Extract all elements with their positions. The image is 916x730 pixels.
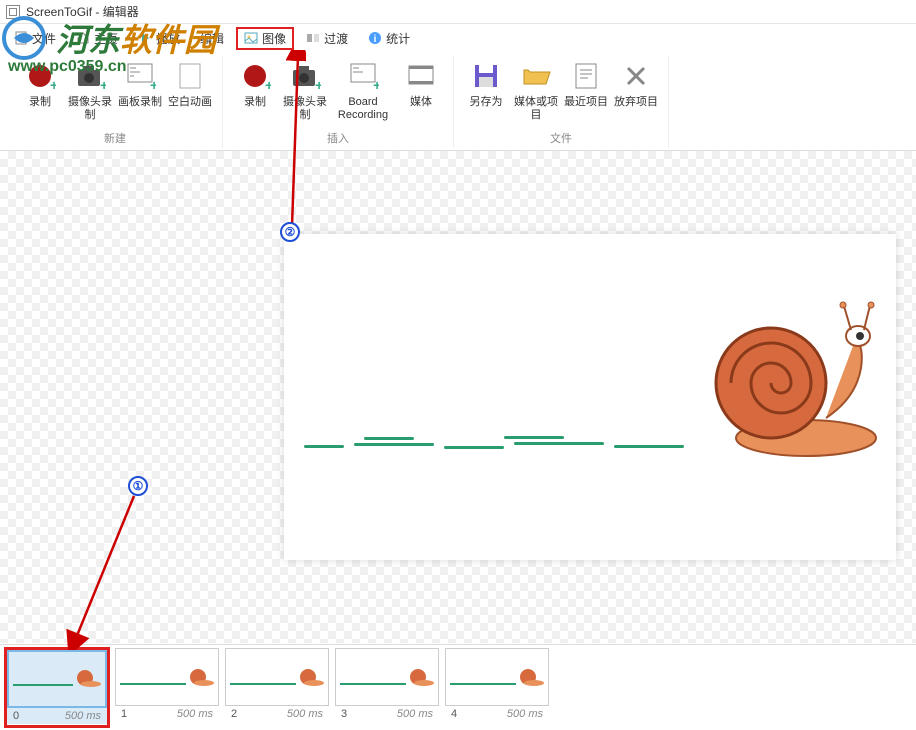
record-button[interactable]: + 录制 — [16, 56, 64, 126]
annotation-marker-2: ② — [280, 222, 300, 242]
menu-image[interactable]: 图像 — [236, 27, 294, 50]
image-icon — [244, 31, 258, 45]
insert-webcam-button[interactable]: + 摄像头录制 — [281, 56, 329, 126]
frame-item-1[interactable]: 1500 ms — [114, 647, 220, 728]
recent-icon — [570, 60, 602, 92]
svg-text:+: + — [373, 77, 379, 92]
svg-text:+: + — [150, 77, 156, 92]
annotation-marker-1: ① — [128, 476, 148, 496]
menu-transition[interactable]: 过渡 — [298, 27, 356, 50]
recent-button[interactable]: 最近项目 — [562, 56, 610, 126]
insert-board-button[interactable]: + Board Recording — [331, 56, 395, 126]
media-icon — [405, 60, 437, 92]
titlebar: ScreenToGif - 编辑器 — [0, 0, 916, 24]
mediaproj-button[interactable]: 媒体或项目 — [512, 56, 560, 126]
close-icon — [620, 60, 652, 92]
discard-button[interactable]: 放弃项目 — [612, 56, 660, 126]
frame-item-2[interactable]: 2500 ms — [224, 647, 330, 728]
file-icon — [14, 31, 28, 45]
blank-icon — [174, 60, 206, 92]
camera-icon: + — [289, 60, 321, 92]
menu-playback[interactable]: 播放 — [130, 27, 188, 50]
menu-file[interactable]: 文件 — [6, 27, 64, 50]
frame-item-4[interactable]: 4500 ms — [444, 647, 550, 728]
webcam-button[interactable]: + 摄像头录制 — [66, 56, 114, 126]
ribbon: + 录制 + 摄像头录制 + 画板录制 空白动画 新建 + 录制 — [0, 52, 916, 151]
snail-illustration — [686, 298, 886, 458]
window-title: ScreenToGif - 编辑器 — [26, 3, 139, 20]
info-icon: i — [368, 31, 382, 45]
svg-text:+: + — [265, 77, 271, 92]
board-icon: + — [347, 60, 379, 92]
timeline[interactable]: 0500 ms 1500 ms 2500 ms 3500 ms 4500 ms — [0, 644, 916, 730]
canvas-area[interactable] — [0, 151, 916, 643]
svg-text:+: + — [50, 77, 56, 92]
frame-item-0[interactable]: 0500 ms — [4, 647, 110, 728]
insert-media-button[interactable]: 媒体 — [397, 56, 445, 126]
app-icon — [6, 5, 20, 19]
frame-thumb — [115, 648, 219, 706]
menu-home[interactable]: 主页 — [68, 27, 126, 50]
transition-icon — [306, 31, 320, 45]
camera-icon: + — [74, 60, 106, 92]
frame-preview — [284, 234, 896, 560]
record-icon: + — [239, 60, 271, 92]
board-button[interactable]: + 画板录制 — [116, 56, 164, 126]
saveas-button[interactable]: 另存为 — [462, 56, 510, 126]
ribbon-group-insert: + 录制 + 摄像头录制 + Board Recording 媒体 插入 — [223, 56, 454, 148]
play-icon — [138, 31, 152, 45]
folder-open-icon — [520, 60, 552, 92]
frame-thumb — [225, 648, 329, 706]
save-icon — [470, 60, 502, 92]
svg-text:i: i — [374, 34, 377, 45]
frame-item-3[interactable]: 3500 ms — [334, 647, 440, 728]
menubar: 文件 主页 播放 编辑 图像 过渡 i 统计 — [0, 24, 916, 52]
svg-text:+: + — [100, 77, 106, 92]
ribbon-group-file: 另存为 媒体或项目 最近项目 放弃项目 文件 — [454, 56, 669, 148]
svg-text:+: + — [315, 77, 321, 92]
menu-stats[interactable]: i 统计 — [360, 27, 418, 50]
frame-thumb — [335, 648, 439, 706]
frame-thumb — [445, 648, 549, 706]
menu-edit[interactable]: 编辑 — [192, 27, 232, 50]
board-icon: + — [124, 60, 156, 92]
record-icon: + — [24, 60, 56, 92]
ribbon-group-new: + 录制 + 摄像头录制 + 画板录制 空白动画 新建 — [8, 56, 223, 148]
frame-thumb — [7, 650, 107, 708]
blank-button[interactable]: 空白动画 — [166, 56, 214, 126]
home-icon — [76, 31, 90, 45]
insert-record-button[interactable]: + 录制 — [231, 56, 279, 126]
